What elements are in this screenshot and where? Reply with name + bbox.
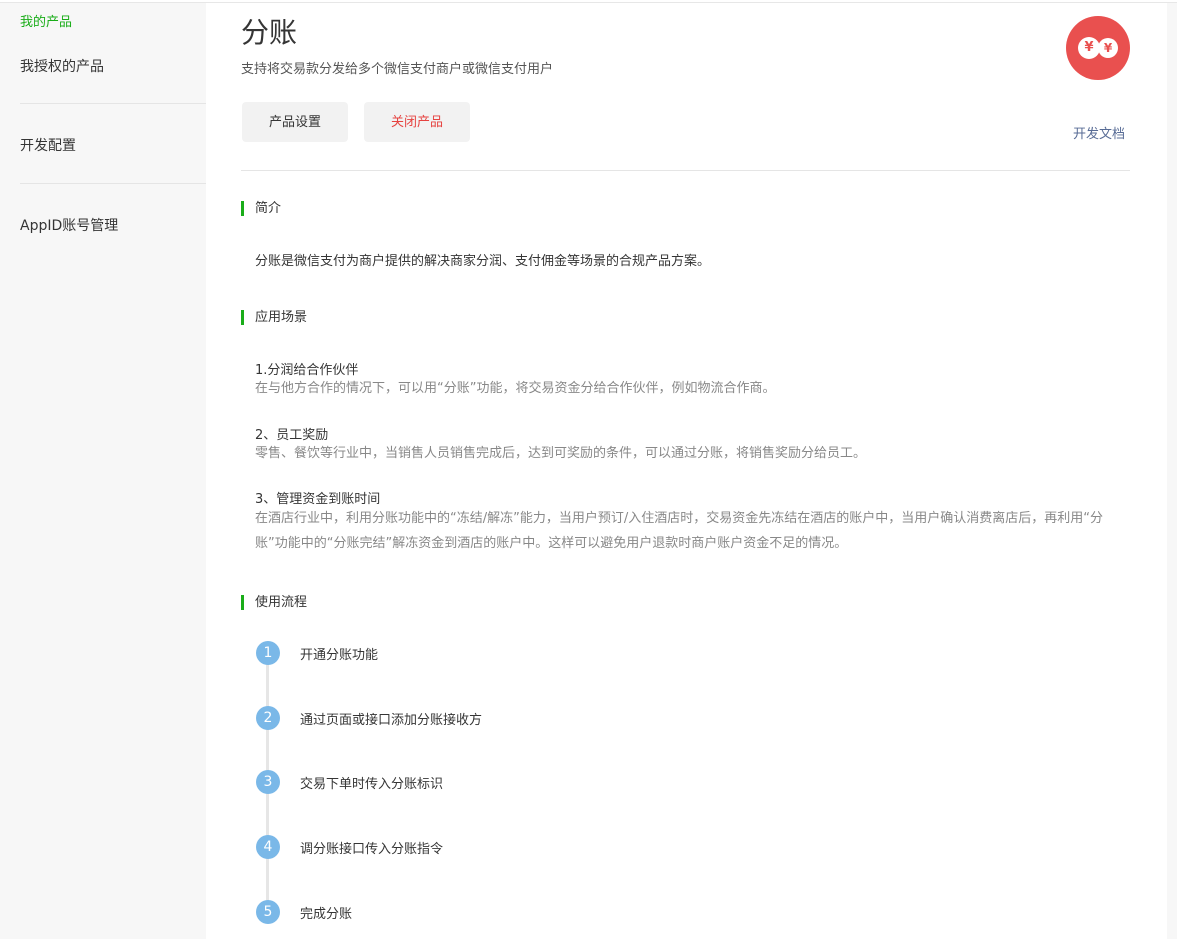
yen-transfer-icon: ¥ ¥ — [1066, 16, 1130, 80]
step-number: 4 — [256, 835, 280, 859]
step-label: 调分账接口传入分账指令 — [300, 842, 444, 857]
step-number: 1 — [256, 641, 280, 665]
right-gutter — [1167, 3, 1177, 939]
step-label: 通过页面或接口添加分账接收方 — [300, 713, 483, 728]
sidebar: 我的产品 我授权的产品 开发配置 AppID账号管理 — [0, 3, 206, 939]
sidebar-item-dev-config[interactable]: 开发配置 — [20, 135, 76, 155]
yen-coin-icon: ¥ — [1078, 37, 1100, 59]
step-label: 完成分账 — [300, 907, 353, 922]
page-subtitle: 支持将交易款分发给多个微信支付商户或微信支付用户 — [241, 62, 554, 77]
close-product-button[interactable]: 关闭产品 — [364, 102, 470, 142]
step-number: 3 — [256, 770, 280, 794]
main-content: 分账 支持将交易款分发给多个微信支付商户或微信支付用户 ¥ ¥ 产品设置 关闭产… — [206, 3, 1167, 939]
step-number: 5 — [256, 900, 280, 924]
sidebar-divider — [20, 103, 206, 104]
sidebar-item-appid-management[interactable]: AppID账号管理 — [20, 215, 118, 235]
yen-coin-icon: ¥ — [1098, 38, 1118, 58]
header-divider — [241, 170, 1130, 171]
scene-description: 在酒店行业中，利用分账功能中的“冻结/解冻”能力，当用户预订/入住酒店时，交易资… — [255, 511, 1103, 551]
page-title: 分账 — [241, 16, 298, 49]
sidebar-divider — [20, 183, 206, 184]
scene-description: 在与他方合作的情况下，可以用“分账”功能，将交易资金分给合作伙伴，例如物流合作商… — [255, 381, 776, 396]
section-title-flow: 使用流程 — [241, 595, 307, 610]
step-label: 开通分账功能 — [300, 648, 379, 663]
scene-description: 零售、餐饮等行业中，当销售人员销售完成后，达到可奖励的条件，可以通过分账，将销售… — [255, 446, 867, 461]
dev-docs-link[interactable]: 开发文档 — [1073, 123, 1125, 142]
sidebar-item-my-products[interactable]: 我的产品 — [20, 11, 72, 30]
scene-heading: 3、管理资金到账时间 — [255, 492, 381, 507]
section-title-intro: 简介 — [241, 201, 281, 216]
product-settings-button[interactable]: 产品设置 — [242, 102, 348, 142]
step-number: 2 — [256, 706, 280, 730]
intro-text: 分账是微信支付为商户提供的解决商家分润、支付佣金等场景的合规产品方案。 — [255, 254, 711, 269]
section-title-scenes: 应用场景 — [241, 310, 307, 325]
step-label: 交易下单时传入分账标识 — [300, 777, 444, 792]
sidebar-item-authorized-products[interactable]: 我授权的产品 — [20, 56, 104, 76]
